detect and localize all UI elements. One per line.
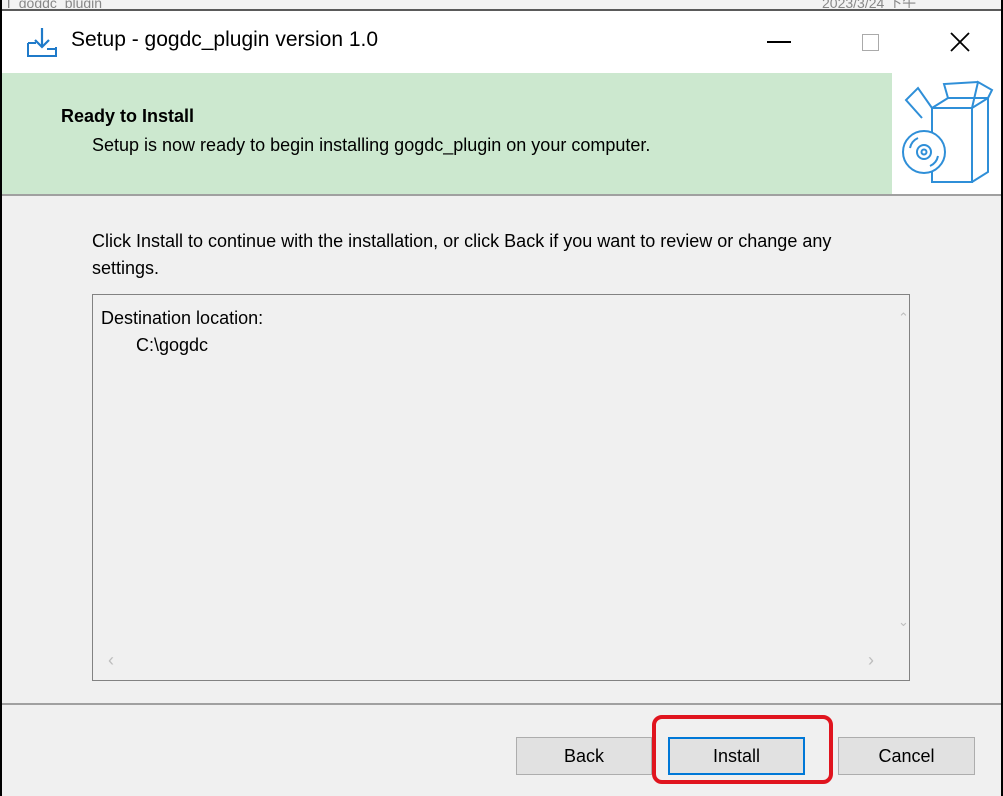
download-install-icon	[27, 28, 57, 57]
instructions-text: Click Install to continue with the insta…	[92, 231, 832, 278]
header-divider	[2, 194, 1001, 196]
scroll-up-icon[interactable]: ⌃	[898, 310, 909, 326]
back-button[interactable]: Back	[516, 737, 652, 775]
software-box-disc-icon	[902, 80, 994, 183]
install-highlight-annotation	[652, 715, 833, 784]
ready-memo-textbox[interactable]	[92, 294, 910, 681]
page-subtitle: Setup is now ready to begin installing g…	[92, 135, 651, 155]
maximize-button[interactable]	[828, 11, 912, 73]
background-window-text: 2023/3/24 下午	[822, 0, 917, 8]
window-title: Setup - gogdc_plugin version 1.0	[71, 28, 379, 51]
close-button[interactable]	[918, 11, 1002, 73]
scroll-right-icon[interactable]: ›	[868, 651, 874, 669]
memo-value: C:\gogdc	[136, 335, 209, 355]
minimize-button[interactable]	[737, 11, 821, 73]
close-icon	[950, 32, 970, 52]
footer-divider	[2, 703, 1001, 705]
scroll-left-icon[interactable]: ‹	[108, 651, 114, 669]
cancel-button[interactable]: Cancel	[838, 737, 975, 775]
scroll-down-icon[interactable]: ⌄	[898, 614, 909, 630]
minimize-icon	[767, 41, 791, 43]
page-title: Ready to Install	[61, 106, 195, 126]
background-window-text: ▏gogdc_plugin	[8, 0, 103, 8]
memo-label: Destination location:	[101, 308, 264, 328]
maximize-icon	[861, 33, 879, 51]
